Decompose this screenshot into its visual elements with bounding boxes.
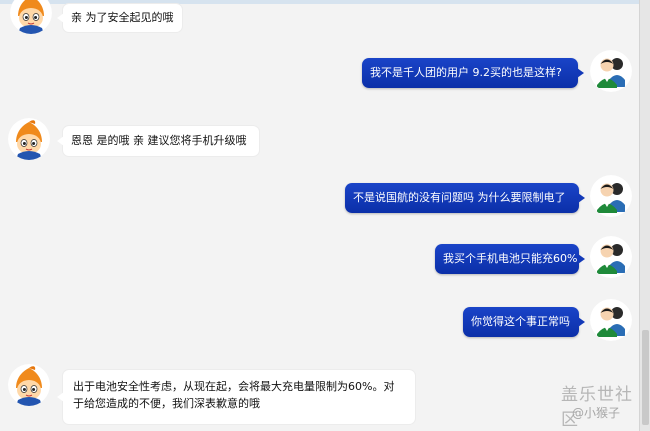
message-bubble: 你觉得这个事正常吗 — [463, 307, 585, 337]
scrollbar-thumb[interactable] — [642, 330, 649, 425]
agent-mascot-avatar-icon — [8, 118, 50, 160]
message-bubble: 恩恩 是的哦 亲 建议您将手机升级哦 — [57, 126, 259, 156]
user-avatar-icon — [590, 175, 632, 217]
user-avatar-icon — [590, 299, 632, 341]
user-avatar-icon — [590, 236, 632, 278]
message-bubble: 亲 为了安全起见的哦 — [57, 4, 182, 32]
agent-mascot-avatar-icon — [10, 0, 52, 34]
vertical-scrollbar[interactable] — [639, 0, 650, 431]
message-bubble: 出于电池安全性考虑，从现在起，会将最大充电量限制为60%。对于给您造成的不便，我… — [57, 370, 415, 424]
watermark-username: @小猴子 — [572, 406, 621, 420]
message-bubble: 不是说国航的没有问题吗 为什么要限制电了 — [345, 183, 585, 213]
user-avatar-icon — [590, 50, 632, 92]
agent-mascot-avatar-icon — [8, 364, 50, 406]
message-bubble: 我买个手机电池只能充60% — [435, 244, 585, 274]
message-bubble: 我不是千人团的用户 9.2买的也是这样? — [362, 58, 584, 88]
